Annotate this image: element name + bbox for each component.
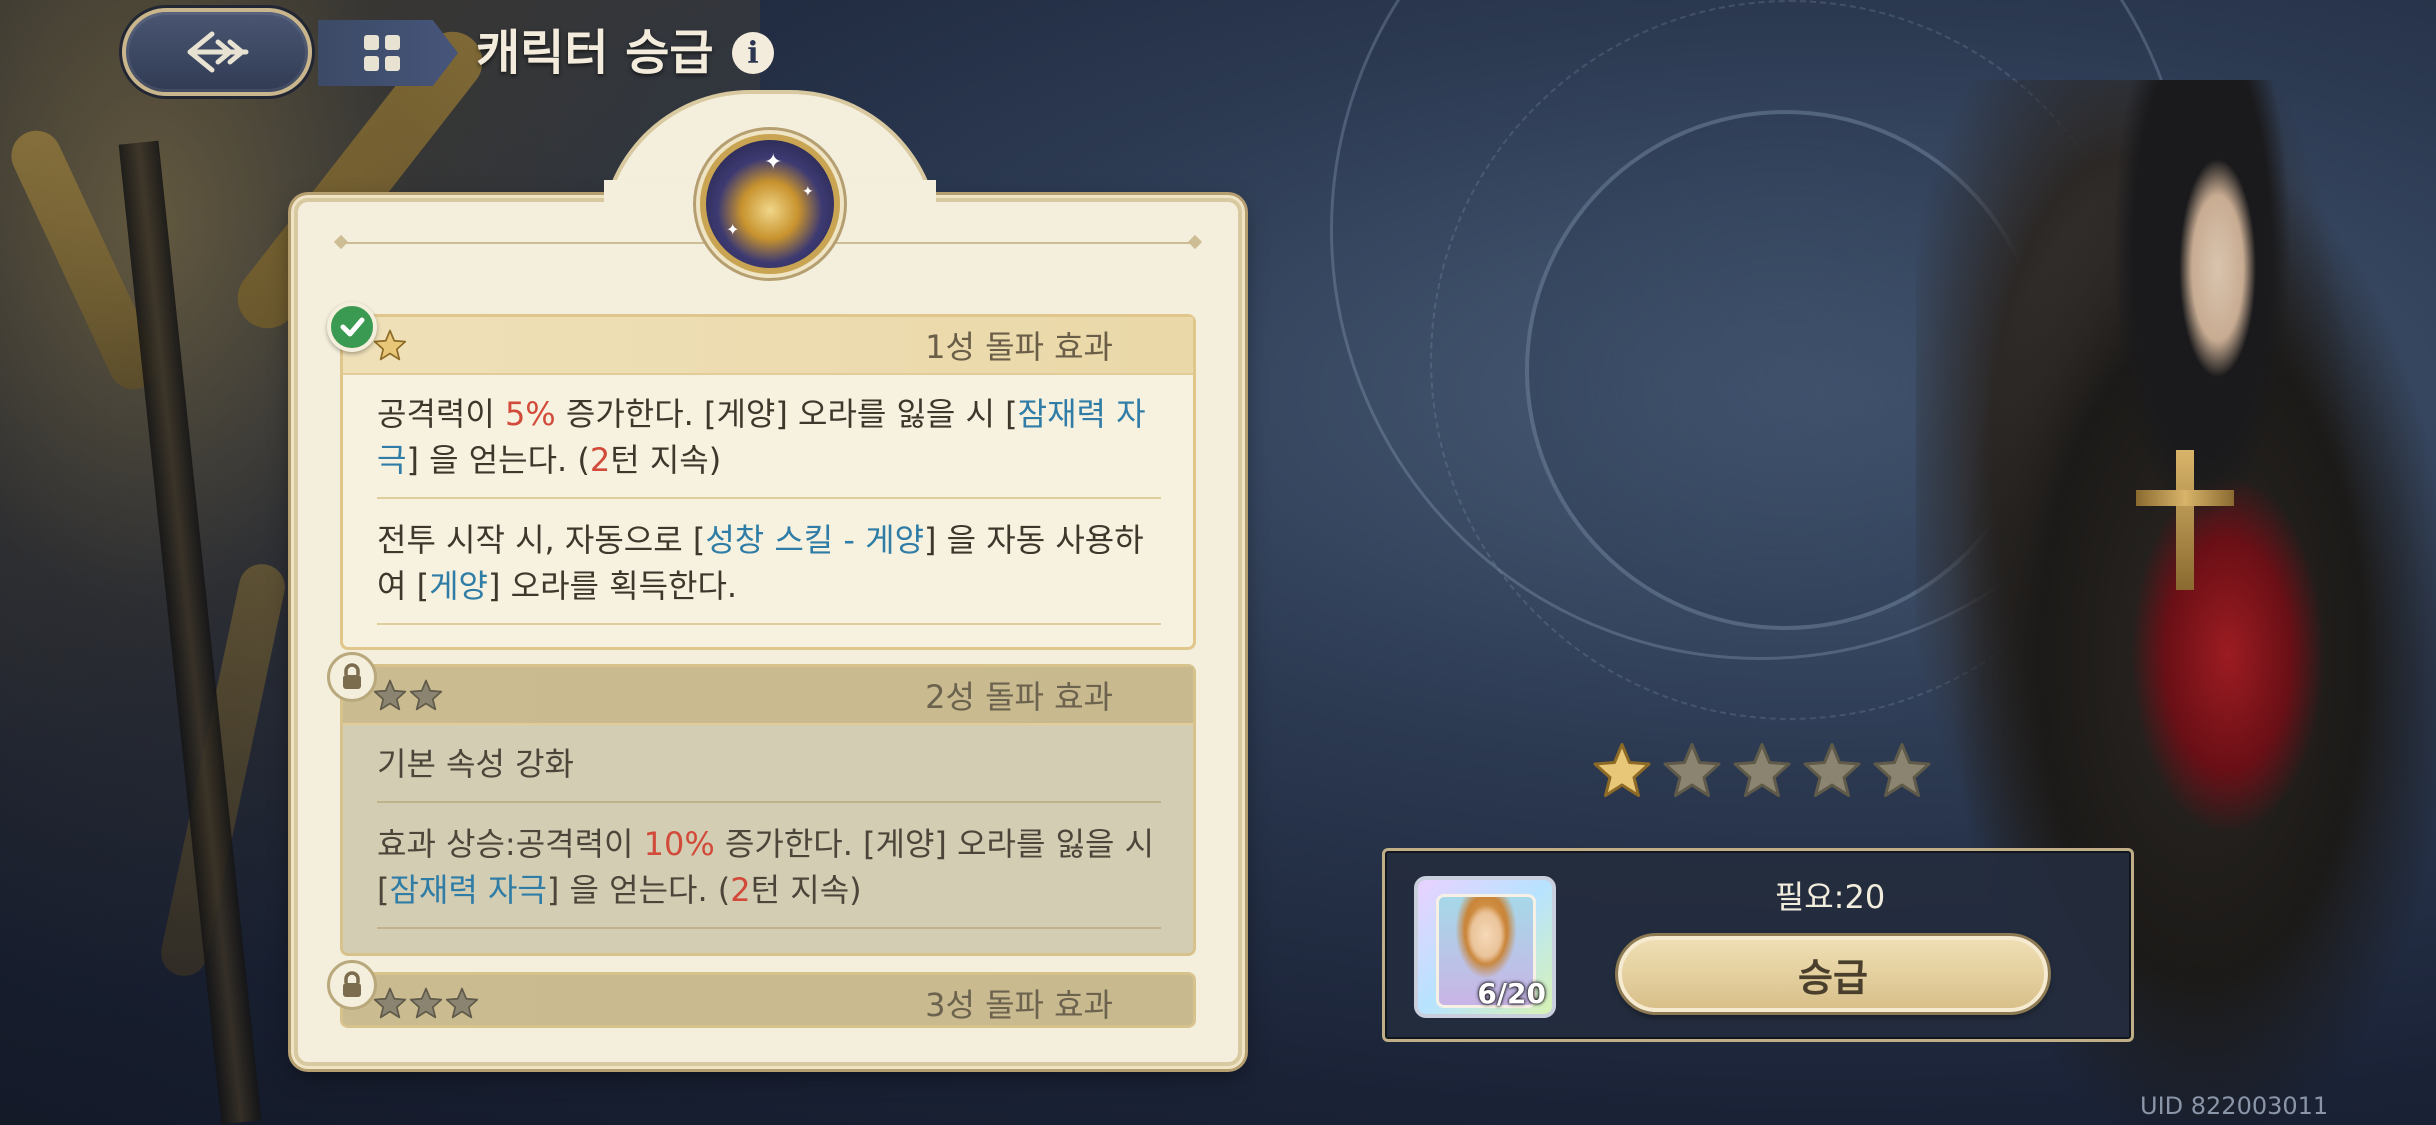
highlighted-text: 5% [504,395,556,433]
text-segment: ] 을 얻는다. ( [406,441,590,479]
effect-stars [373,328,407,362]
grid-menu-icon [364,35,400,71]
rank-star-icon [1803,743,1861,797]
text-segment: 공격력이 [377,395,505,433]
highlighted-text: 게양 [429,567,488,605]
text-segment: 턴 지속) [610,441,722,479]
effect-card-header: 2성 돌파 효과 [343,667,1193,725]
character-cross-ornament [2136,450,2234,590]
highlighted-text: 성창 스킬 - 게양 [705,521,925,559]
text-segment: 전투 시작 시, 자동으로 [ [377,521,706,559]
text-segment: ] 오라를 획득한다. [488,567,738,605]
star-icon [409,987,443,1019]
back-arrow-icon [187,31,249,73]
star-icon [373,987,407,1019]
highlighted-text: 2 [730,871,751,909]
star-icon [373,329,407,361]
star-icon [373,679,407,711]
effect-card-title: 3성 돌파 효과 [925,986,1113,1024]
material-card[interactable]: 6/20 [1414,876,1556,1018]
lock-icon [327,960,377,1010]
effect-card-1: 1성 돌파 효과공격력이 5% 증가한다. [게양] 오라를 잃을 시 [잠재력… [340,314,1196,650]
text-segment: 턴 지속) [750,871,862,909]
effect-card-3: 3성 돌파 효과 [340,972,1196,1028]
back-button[interactable] [122,8,312,96]
effect-card-2: 2성 돌파 효과기본 속성 강화효과 상승:공격력이 10% 증가한다. [게양… [340,664,1196,956]
page-title: 캐릭터 승급 [476,25,714,81]
text-segment: ] 을 얻는다. ( [546,871,731,909]
effect-description: 효과 상승:공격력이 10% 증가한다. [게양] 오라를 잃을 시 [잠재력 … [377,817,1161,929]
text-segment: 기본 속성 강화 [377,745,574,783]
effect-stars [373,678,443,712]
rank-star-icon [1593,743,1651,797]
highlighted-text: 10% [643,825,715,863]
required-amount: 필요:20 [1774,878,1886,916]
info-icon[interactable]: i [732,32,774,74]
rank-stars [1592,740,1932,800]
text-segment: 효과 상승:공격력이 [377,825,644,863]
rank-star-icon [1733,743,1791,797]
text-segment: 증가한다. [게양] 오라를 잃을 시 [ [555,395,1018,433]
effect-card-title: 1성 돌파 효과 [925,328,1113,366]
highlighted-text: 2 [589,441,611,479]
effect-card-body: 기본 속성 강화효과 상승:공격력이 10% 증가한다. [게양] 오라를 잃을… [343,725,1193,929]
effect-description: 공격력이 5% 증가한다. [게양] 오라를 잃을 시 [잠재력 자극] 을 얻… [377,387,1161,499]
check-icon [327,302,377,352]
material-count: 6/20 [1477,977,1546,1010]
rank-star-icon [1873,743,1931,797]
star-icon [409,679,443,711]
lock-icon [327,652,377,702]
rank-star-icon [1663,743,1721,797]
effect-description: 기본 속성 강화 [377,737,1161,803]
effect-card-title: 2성 돌파 효과 [925,678,1113,716]
effect-description: 전투 시작 시, 자동으로 [성창 스킬 - 게양] 을 자동 사용하여 [게양… [377,513,1161,625]
effect-card-body: 공격력이 5% 증가한다. [게양] 오라를 잃을 시 [잠재력 자극] 을 얻… [343,375,1193,625]
effect-card-header: 1성 돌파 효과 [343,317,1193,375]
uid-label: UID 822003011 [2140,1092,2329,1120]
upgrade-button[interactable]: 승급 [1618,936,2048,1012]
skill-emblem-icon: ✦ ✦ ✦ [700,134,840,274]
star-icon [445,987,479,1019]
grid-menu-button[interactable] [318,20,458,86]
effect-card-header: 3성 돌파 효과 [343,975,1193,1025]
highlighted-text: 잠재력 자극 [389,871,547,909]
effect-stars [373,986,479,1020]
